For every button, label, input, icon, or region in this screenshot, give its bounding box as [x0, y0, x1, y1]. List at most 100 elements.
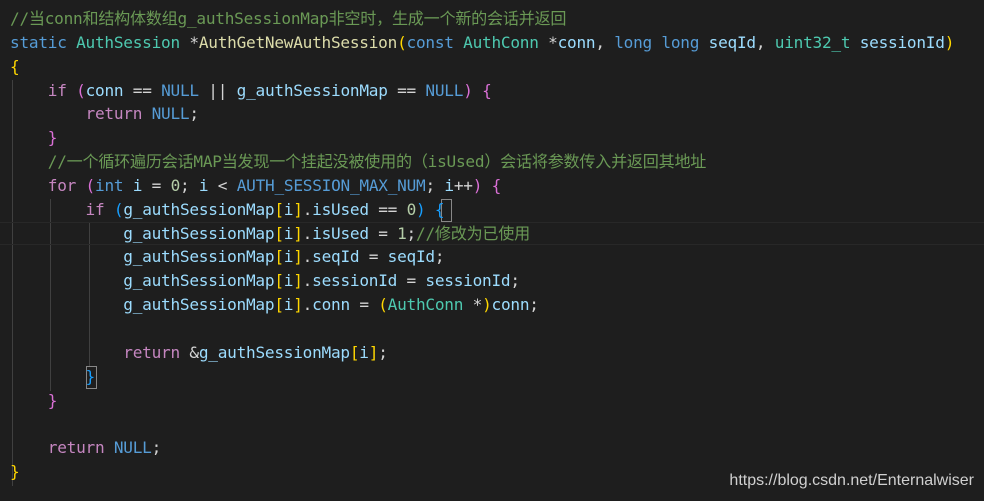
code-token-txt: .: [302, 295, 313, 315]
code-token-var: seqId: [387, 247, 435, 267]
code-token-p2: }: [47, 128, 58, 148]
code-line[interactable]: g_authSessionMap[i].conn = (AuthConn *)c…: [10, 293, 984, 317]
code-editor[interactable]: //当conn和结构体数组g_authSessionMap非空时，生成一个新的会…: [0, 0, 984, 501]
code-token-txt: ;: [189, 104, 199, 124]
code-token-txt: ==: [123, 80, 162, 100]
code-token-ctrl: if: [47, 80, 67, 100]
code-token-var: conn: [557, 32, 596, 52]
code-line[interactable]: return &g_authSessionMap[i];: [10, 341, 984, 365]
code-token-txt: ;: [425, 175, 445, 195]
code-token-type: AuthSession: [76, 32, 180, 52]
code-token-p2: {: [482, 80, 492, 100]
code-line[interactable]: }: [10, 365, 984, 389]
code-token-p1: ]: [293, 271, 303, 291]
code-line[interactable]: g_authSessionMap[i].sessionId = sessionI…: [10, 269, 984, 293]
code-token-num: 0: [170, 175, 181, 195]
code-line[interactable]: }: [10, 126, 984, 150]
code-line[interactable]: //一个循环遍历会话MAP当发现一个挂起没被使用的（isUsed）会话将参数传入…: [10, 150, 984, 174]
code-token-var: seqId: [312, 247, 360, 267]
code-token-txt: =: [349, 295, 379, 315]
code-token-var: g_authSessionMap: [123, 247, 275, 267]
code-line[interactable]: for (int i = 0; i < AUTH_SESSION_MAX_NUM…: [10, 174, 984, 198]
code-token-type: AuthConn: [463, 32, 539, 52]
code-token-txt: =: [397, 271, 426, 291]
code-token-ctrl: return: [47, 438, 105, 458]
code-token-txt: ;: [180, 175, 199, 195]
code-line[interactable]: {: [10, 55, 984, 79]
code-token-ctrl: for: [47, 175, 77, 195]
code-token-kw: const: [406, 32, 454, 52]
code-token-txt: .: [302, 199, 313, 219]
code-token-txt: .: [302, 247, 313, 267]
code-token-txt: .: [302, 223, 313, 243]
code-line[interactable]: [10, 317, 984, 341]
code-token-txt: ;: [529, 295, 539, 315]
code-token-txt: ,: [595, 32, 615, 52]
code-line[interactable]: if (g_authSessionMap[i].isUsed == 0) {: [10, 198, 984, 222]
code-token-var: i: [283, 199, 294, 219]
code-token-num: 0: [406, 199, 417, 219]
code-token-txt: ,: [755, 32, 775, 52]
code-token-var: sessionId: [859, 32, 945, 52]
code-line[interactable]: [10, 412, 984, 436]
code-token-p1: [: [274, 271, 284, 291]
code-token-txt: ;: [510, 271, 520, 291]
code-token-var: sessionId: [425, 271, 511, 291]
code-token-var: i: [359, 342, 369, 362]
code-token-p1: [: [274, 199, 284, 219]
code-line[interactable]: g_authSessionMap[i].isUsed = 1;//修改为已使用: [0, 221, 984, 246]
code-token-kw: int: [95, 175, 124, 195]
code-token-cmt: //当conn和结构体数组g_authSessionMap非空时，生成一个新的会…: [10, 9, 567, 28]
code-token-p3: }: [85, 366, 96, 386]
code-token-var: isUsed: [312, 223, 369, 243]
code-token-p1: }: [10, 462, 20, 482]
code-token-p1: [: [274, 247, 284, 267]
code-line[interactable]: if (conn == NULL || g_authSessionMap == …: [10, 79, 984, 103]
code-line[interactable]: static AuthSession *AuthGetNewAuthSessio…: [10, 31, 984, 55]
code-token-fn: AuthGetNewAuthSession: [198, 32, 398, 52]
code-line[interactable]: g_authSessionMap[i].seqId = seqId;: [10, 245, 984, 269]
code-token-mac: AUTH_SESSION_MAX_NUM: [236, 175, 426, 195]
code-token-var: sessionId: [312, 271, 398, 291]
code-token-p2: (: [85, 175, 96, 195]
code-token-p1: [: [349, 342, 360, 362]
code-token-p2: ): [472, 175, 483, 195]
code-lines[interactable]: //当conn和结构体数组g_authSessionMap非空时，生成一个新的会…: [0, 7, 984, 484]
code-token-cmt: //一个循环遍历会话MAP当发现一个挂起没被使用的（isUsed）会话将参数传入…: [47, 152, 707, 172]
code-token-txt: ;: [378, 342, 388, 362]
code-token-ctrl: if: [85, 199, 105, 219]
code-line[interactable]: return NULL;: [10, 436, 984, 460]
code-token-p1: ): [482, 295, 492, 315]
code-token-var: i: [132, 175, 143, 195]
code-token-p2: ): [463, 80, 473, 100]
code-token-var: i: [283, 271, 294, 291]
code-token-mac: NULL: [425, 80, 464, 100]
code-line[interactable]: //当conn和结构体数组g_authSessionMap非空时，生成一个新的会…: [10, 7, 984, 31]
code-line[interactable]: return NULL;: [10, 102, 984, 126]
code-token-mac: NULL: [151, 104, 190, 124]
code-line[interactable]: }: [10, 389, 984, 413]
code-token-kw: long long: [614, 32, 700, 52]
code-token-txt: *: [179, 32, 199, 52]
code-token-var: i: [283, 247, 294, 267]
code-token-txt: =: [142, 175, 171, 195]
code-token-mac: NULL: [161, 80, 199, 100]
